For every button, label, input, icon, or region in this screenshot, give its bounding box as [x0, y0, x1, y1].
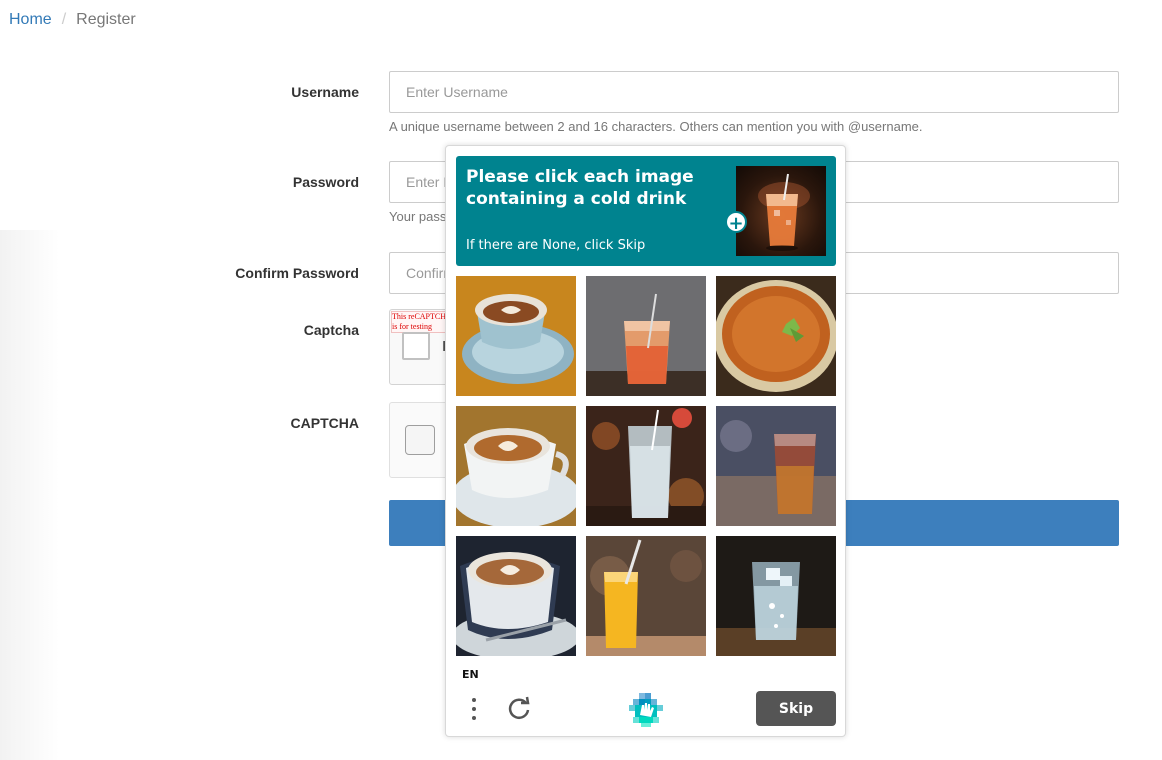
challenge-title: Please click each image containing a col… [466, 167, 694, 209]
refresh-icon[interactable] [506, 696, 532, 722]
language-selector[interactable]: EN [462, 668, 479, 681]
password-help-text: Your pass [389, 209, 447, 224]
add-example-plus-icon[interactable]: + [725, 211, 747, 234]
challenge-tile-4[interactable] [456, 406, 576, 526]
challenge-tile-2[interactable] [586, 276, 706, 396]
breadcrumb-separator: / [61, 11, 67, 28]
vertical-dots-icon[interactable] [470, 698, 478, 722]
challenge-tile-6[interactable] [716, 406, 836, 526]
challenge-subtitle: If there are None, click Skip [466, 238, 646, 253]
challenge-tile-5[interactable] [586, 406, 706, 526]
password-label: Password [292, 174, 359, 190]
captcha-secondary-label: CAPTCHA [290, 415, 359, 431]
example-image [736, 166, 826, 256]
breadcrumb: Home / Register [9, 11, 136, 29]
challenge-prompt: Please click each image containing a col… [456, 156, 836, 266]
captcha-label: Captcha [303, 322, 359, 338]
page-shadow [0, 230, 60, 760]
challenge-tile-8[interactable] [586, 536, 706, 656]
challenge-tile-1[interactable] [456, 276, 576, 396]
username-input[interactable] [389, 71, 1119, 113]
skip-button[interactable]: Skip [756, 691, 836, 726]
confirm-password-label: Confirm Password [235, 265, 359, 281]
challenge-tile-9[interactable] [716, 536, 836, 656]
challenge-tile-7[interactable] [456, 536, 576, 656]
username-label: Username [291, 84, 359, 100]
breadcrumb-current: Register [76, 11, 136, 28]
captcha-challenge-dialog: Please click each image containing a col… [445, 145, 846, 737]
breadcrumb-home-link[interactable]: Home [9, 11, 52, 28]
username-help-text: A unique username between 2 and 16 chara… [389, 119, 923, 134]
recaptcha-checkbox[interactable] [402, 332, 430, 360]
hcaptcha-logo-icon [629, 693, 663, 727]
hcaptcha-checkbox[interactable] [405, 425, 435, 455]
recaptcha-warning-text: This reCAPTCHA is for testing purposes o… [391, 311, 453, 333]
challenge-tile-3[interactable] [716, 276, 836, 396]
